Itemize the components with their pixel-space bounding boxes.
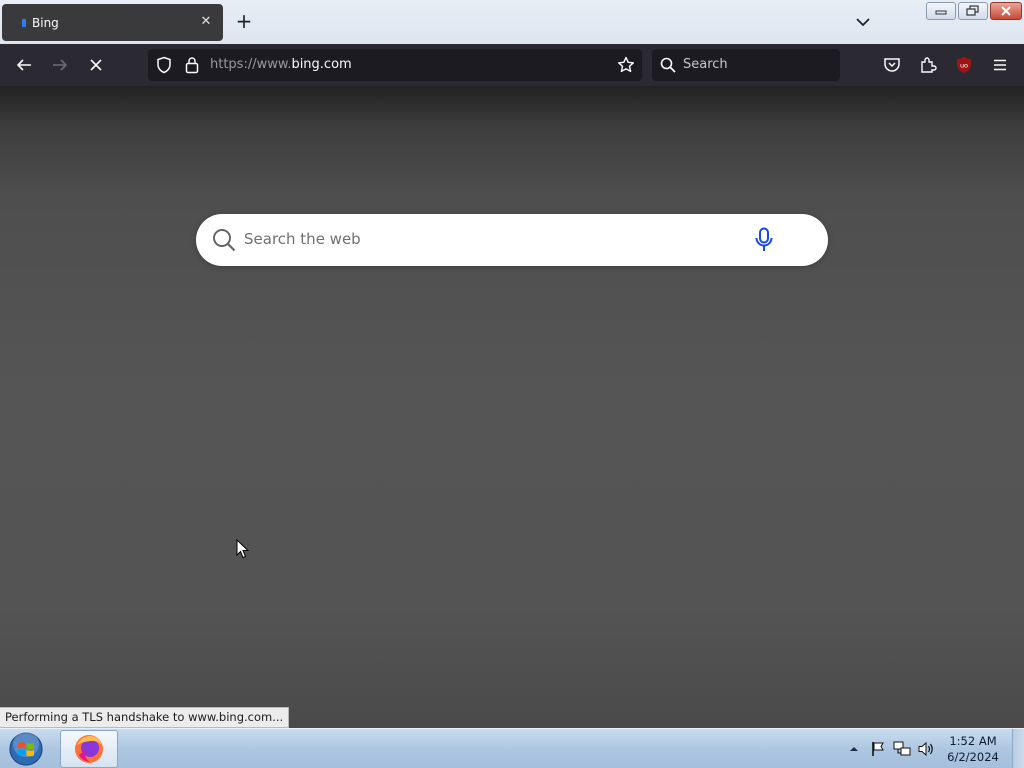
ublock-button[interactable]: uo bbox=[952, 53, 976, 77]
show-hidden-icons-button[interactable] bbox=[844, 739, 864, 759]
navigation-toolbar: https://www.bing.com Search uo bbox=[0, 44, 1024, 86]
search-bar[interactable]: Search bbox=[652, 49, 840, 81]
search-engine-button[interactable] bbox=[656, 53, 680, 77]
notification-area bbox=[844, 729, 940, 768]
chevron-down-icon bbox=[856, 18, 870, 27]
bookmark-button[interactable] bbox=[614, 53, 638, 77]
tracking-protection-button[interactable] bbox=[152, 53, 176, 77]
status-bar: Performing a TLS handshake to www.bing.c… bbox=[0, 707, 290, 728]
shield-icon bbox=[157, 56, 171, 74]
search-icon bbox=[660, 57, 676, 73]
lock-icon bbox=[185, 57, 199, 74]
ublock-icon: uo bbox=[957, 57, 971, 73]
clock-time: 1:52 AM bbox=[949, 734, 997, 748]
network-icon bbox=[893, 741, 911, 756]
close-button[interactable] bbox=[990, 2, 1022, 20]
volume-button[interactable] bbox=[916, 739, 936, 759]
web-search-box[interactable]: Search the web bbox=[196, 214, 828, 266]
pocket-button[interactable] bbox=[880, 53, 904, 77]
bing-favicon-icon bbox=[22, 18, 26, 27]
clock-date: 6/2/2024 bbox=[947, 750, 999, 764]
flag-icon bbox=[872, 742, 884, 756]
stop-icon bbox=[90, 59, 102, 71]
minimize-icon bbox=[935, 10, 947, 15]
url-host: bing.com bbox=[291, 57, 352, 72]
extensions-icon bbox=[921, 57, 937, 73]
tab-close-icon[interactable]: ✕ bbox=[198, 14, 214, 30]
microphone-icon bbox=[755, 227, 773, 251]
search-bar-placeholder: Search bbox=[683, 57, 728, 72]
restore-icon bbox=[966, 5, 979, 16]
restore-button[interactable] bbox=[958, 2, 988, 20]
network-button[interactable] bbox=[892, 739, 912, 759]
minimize-button[interactable] bbox=[926, 2, 956, 20]
show-desktop-button[interactable] bbox=[1012, 729, 1024, 768]
search-input[interactable]: Search the web bbox=[244, 230, 361, 248]
back-icon bbox=[16, 59, 31, 71]
site-info-button[interactable] bbox=[180, 53, 204, 77]
taskbar-clock[interactable]: 1:52 AM 6/2/2024 bbox=[940, 733, 1006, 765]
window-controls bbox=[926, 2, 1022, 20]
page-content: Search the web Performing a TLS handshak… bbox=[0, 86, 1024, 728]
stop-button[interactable] bbox=[84, 53, 108, 77]
chevron-up-icon bbox=[850, 747, 858, 751]
url-scheme: https://www. bbox=[210, 57, 292, 72]
app-menu-button[interactable] bbox=[988, 53, 1012, 77]
url-bar[interactable]: https://www.bing.com bbox=[148, 49, 642, 81]
url-text[interactable]: https://www.bing.com bbox=[210, 57, 352, 72]
back-button[interactable] bbox=[12, 53, 36, 77]
new-tab-button[interactable]: + bbox=[232, 10, 256, 34]
action-center-button[interactable] bbox=[868, 739, 888, 759]
tab-title: Bing bbox=[32, 15, 59, 30]
mouse-cursor-icon bbox=[236, 538, 250, 559]
ublock-badge: uo bbox=[960, 62, 968, 70]
menu-icon bbox=[994, 59, 1006, 71]
extensions-button[interactable] bbox=[916, 53, 940, 77]
volume-icon bbox=[918, 741, 933, 757]
windows-taskbar: 1:52 AM 6/2/2024 bbox=[0, 728, 1024, 768]
tab-strip: Bing ✕ + bbox=[0, 0, 1024, 44]
windows-logo-icon bbox=[9, 731, 43, 766]
star-icon bbox=[618, 56, 634, 73]
search-box-icon[interactable] bbox=[212, 228, 236, 252]
list-all-tabs-button[interactable] bbox=[852, 12, 874, 32]
forward-icon bbox=[53, 59, 68, 71]
close-icon bbox=[1001, 6, 1011, 16]
taskbar-firefox-button[interactable] bbox=[60, 730, 118, 768]
pocket-icon bbox=[884, 58, 900, 72]
forward-button[interactable] bbox=[48, 53, 72, 77]
voice-search-button[interactable] bbox=[753, 227, 775, 253]
firefox-icon bbox=[75, 735, 103, 763]
tab-bing[interactable]: Bing ✕ bbox=[2, 4, 223, 41]
start-button[interactable] bbox=[7, 731, 45, 767]
magnifier-icon bbox=[213, 229, 236, 252]
